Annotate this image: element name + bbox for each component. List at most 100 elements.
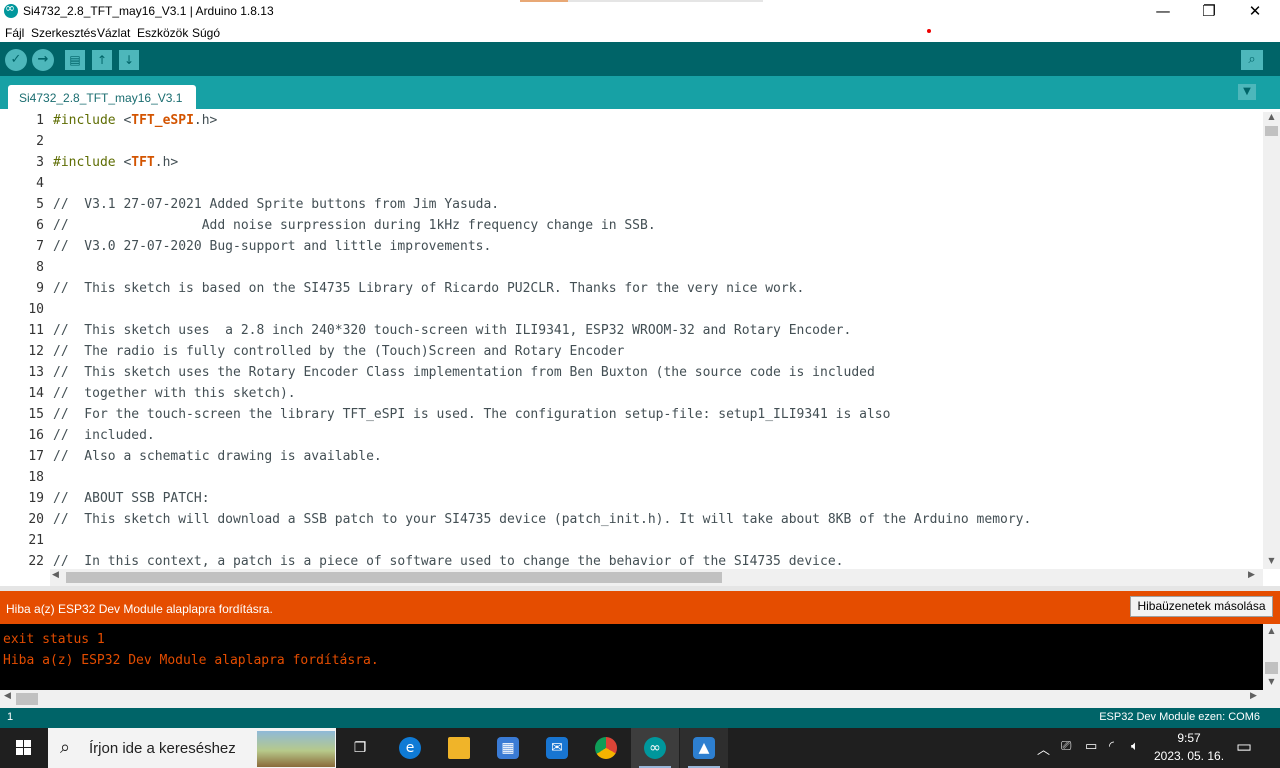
taskbar-photos[interactable]: ▲ <box>680 728 728 768</box>
line-number: 22 <box>28 554 44 569</box>
arduino-app-icon <box>4 1 18 18</box>
console-output[interactable]: exit status 1 Hiba a(z) ESP32 Dev Module… <box>0 624 1263 690</box>
new-sketch-button[interactable]: ▤ <box>65 50 85 70</box>
code-token: // This sketch uses the Rotary Encoder C… <box>53 365 875 380</box>
code-token: // This sketch is based on the SI4735 Li… <box>53 281 805 296</box>
code-token: // included. <box>53 428 155 443</box>
code-token: .h> <box>193 113 218 128</box>
meet-now-icon[interactable]: ⎚ <box>1061 739 1071 754</box>
line-number: 20 <box>28 512 44 527</box>
maximize-button[interactable]: ❐ <box>1186 0 1232 23</box>
error-message: Hiba a(z) ESP32 Dev Module alaplapra for… <box>6 602 273 616</box>
search-highlight-image <box>257 731 335 767</box>
editor-horizontal-scroll-thumb[interactable] <box>66 572 722 583</box>
clock-date[interactable]: 2023. 05. 16. <box>1152 749 1226 763</box>
line-number: 16 <box>28 428 44 443</box>
scroll-left-arrow-icon[interactable]: ◀ <box>4 691 16 706</box>
code-line: // V3.0 27-07-2020 Bug-support and littl… <box>53 239 491 254</box>
code-line: // In this context, a patch is a piece o… <box>53 554 844 569</box>
serial-monitor-button[interactable]: ⌕ <box>1241 50 1263 70</box>
taskbar-store[interactable]: ▦ <box>484 728 532 768</box>
toolbar <box>0 42 1280 76</box>
code-line: // This sketch is based on the SI4735 Li… <box>53 281 804 296</box>
search-icon: ⌕ <box>60 737 71 758</box>
console-horizontal-scroll-thumb[interactable] <box>16 693 38 705</box>
code-token: // This sketch will download a SSB patch… <box>53 512 1032 527</box>
taskbar-edge[interactable]: e <box>386 728 434 768</box>
console-horizontal-scrollbar[interactable] <box>0 690 1280 708</box>
code-token: .h> <box>154 155 179 170</box>
task-view-button[interactable]: ❐ <box>336 728 384 768</box>
store-icon: ▦ <box>497 737 519 759</box>
tab-menu-button[interactable]: ▼ <box>1238 84 1256 100</box>
taskbar-mail[interactable]: ✉ <box>533 728 581 768</box>
open-sketch-button[interactable]: ↑ <box>92 50 112 70</box>
scroll-right-arrow-icon[interactable]: ▶ <box>1248 570 1262 585</box>
code-line: #include <TFT_eSPI.h> <box>53 113 217 128</box>
line-number: 5 <box>36 197 44 212</box>
wifi-icon[interactable]: ◜ <box>1109 739 1114 754</box>
copy-error-messages-button[interactable]: Hibaüzenetek másolása <box>1130 596 1273 617</box>
code-token: TFT <box>131 155 155 170</box>
volume-icon[interactable]: 🔈︎ <box>1131 739 1139 754</box>
code-token: TFT_eSPI <box>131 113 194 128</box>
line-number: 2 <box>36 134 44 149</box>
code-token: #include <box>53 113 124 128</box>
menu-help[interactable]: Súgó <box>192 26 220 40</box>
menu-file[interactable]: Fájl <box>5 26 24 40</box>
notification-center-icon[interactable]: ▭ <box>1236 737 1252 757</box>
code-line: // Also a schematic drawing is available… <box>53 449 382 464</box>
scroll-down-arrow-icon[interactable]: ▼ <box>1263 556 1280 568</box>
line-number: 7 <box>36 239 44 254</box>
battery-icon[interactable]: ▭ <box>1085 739 1097 754</box>
menu-edit[interactable]: Szerkesztés <box>31 26 96 40</box>
taskbar-file-explorer[interactable] <box>435 728 483 768</box>
red-dot-indicator <box>927 29 931 33</box>
title-accent-2 <box>568 0 763 2</box>
code-token: // For the touch-screen the library TFT_… <box>53 407 891 422</box>
console-vertical-scroll-thumb[interactable] <box>1265 662 1278 674</box>
clock-time[interactable]: 9:57 <box>1160 731 1218 745</box>
code-token: // V3.1 27-07-2021 Added Sprite buttons … <box>53 197 500 212</box>
window-title: Si4732_2.8_TFT_may16_V3.1 | Arduino 1.8.… <box>23 4 274 18</box>
close-button[interactable]: ✕ <box>1232 0 1278 23</box>
line-number: 21 <box>28 533 44 548</box>
photos-icon: ▲ <box>693 737 715 759</box>
line-number: 9 <box>36 281 44 296</box>
taskbar-arduino[interactable]: ∞ <box>631 728 679 768</box>
code-token: // This sketch uses a 2.8 inch 240*320 t… <box>53 323 852 338</box>
menu-sketch[interactable]: Vázlat <box>97 26 130 40</box>
line-number: 6 <box>36 218 44 233</box>
scroll-up-arrow-icon[interactable]: ▲ <box>1263 112 1280 124</box>
scroll-right-arrow-icon[interactable]: ▶ <box>1250 691 1262 706</box>
scroll-down-arrow-icon[interactable]: ▼ <box>1263 677 1280 689</box>
line-number: 4 <box>36 176 44 191</box>
console-line: exit status 1 <box>3 632 105 647</box>
scroll-up-arrow-icon[interactable]: ▲ <box>1263 626 1280 638</box>
code-token: // V3.0 27-07-2020 Bug-support and littl… <box>53 239 492 254</box>
code-token: // The radio is fully controlled by the … <box>53 344 625 359</box>
line-number: 17 <box>28 449 44 464</box>
code-token: #include <box>53 155 124 170</box>
taskbar-chrome[interactable] <box>582 728 630 768</box>
code-editor[interactable]: 1 #include <TFT_eSPI.h> 2 3 #include <TFT.h>… <box>0 109 1280 569</box>
tab-sketch-label: Si4732_2.8_TFT_may16_V3.1 <box>19 91 183 105</box>
save-sketch-button[interactable]: ↓ <box>119 50 139 70</box>
line-number: 8 <box>36 260 44 275</box>
verify-button[interactable]: ✓ <box>5 49 27 71</box>
minimize-button[interactable]: — <box>1140 0 1186 23</box>
arduino-icon: ∞ <box>644 737 666 759</box>
upload-button[interactable]: → <box>32 49 54 71</box>
task-view-icon: ❐ <box>353 740 367 756</box>
editor-vertical-scrollbar[interactable] <box>1263 112 1280 569</box>
ide-status-bar <box>0 708 1280 728</box>
cursor-line-number: 1 <box>7 711 14 723</box>
line-number: 18 <box>28 470 44 485</box>
code-line: // This sketch uses a 2.8 inch 240*320 t… <box>53 323 851 338</box>
code-line: #include <TFT.h> <box>53 155 178 170</box>
editor-vertical-scroll-thumb[interactable] <box>1265 126 1278 136</box>
show-hidden-icons-chevron-icon[interactable]: ︿ <box>1037 739 1050 758</box>
code-line: // Add noise surpression during 1kHz fre… <box>53 218 656 233</box>
menu-tools[interactable]: Eszközök <box>137 26 188 40</box>
scroll-left-arrow-icon[interactable]: ◀ <box>52 570 66 585</box>
